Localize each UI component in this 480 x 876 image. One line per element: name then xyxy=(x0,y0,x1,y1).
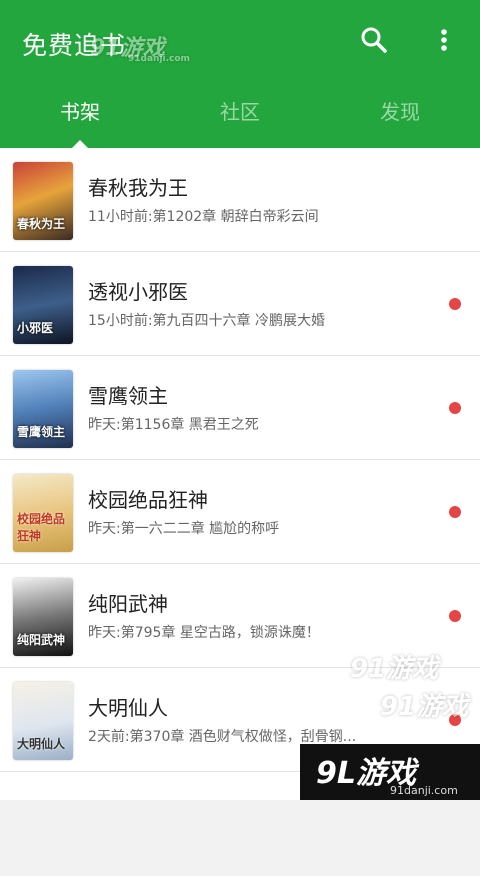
book-cover: 大明仙人 xyxy=(13,682,73,760)
more-vertical-icon[interactable] xyxy=(432,24,456,56)
book-title: 大明仙人 xyxy=(88,696,168,720)
book-cover: 纯阳武神 xyxy=(13,578,73,656)
cover-title: 校园绝品狂神 xyxy=(17,512,66,543)
book-cover: 雪鹰领主 xyxy=(13,370,73,448)
unread-dot xyxy=(449,298,461,310)
book-title: 校园绝品狂神 xyxy=(88,488,208,512)
cover-title: 春秋为王 xyxy=(17,217,66,231)
tab-bar: 书架 社区 发现 xyxy=(0,82,480,148)
unread-dot xyxy=(449,506,461,518)
book-cover: 校园绝品狂神 xyxy=(13,474,73,552)
tab-indicator xyxy=(72,140,88,148)
watermark-url: 91danji.com xyxy=(128,54,190,64)
tab-community[interactable]: 社区 xyxy=(160,82,320,148)
watermark-badge: 9L游戏 91danji.com xyxy=(300,744,480,800)
unread-dot xyxy=(449,610,461,622)
cover-title: 大明仙人 xyxy=(17,737,66,751)
watermark-logo: 91游戏 xyxy=(350,654,439,684)
search-icon[interactable] xyxy=(358,24,390,56)
tab-discover[interactable]: 发现 xyxy=(320,82,480,148)
book-title: 春秋我为王 xyxy=(88,176,188,200)
book-update: 11小时前:第1202章 朝辞白帝彩云间 xyxy=(88,209,319,225)
book-update: 昨天:第795章 星空古路，锁源诛魔！ xyxy=(88,625,320,641)
book-update: 2天前:第370章 酒色财气权做怪，刮骨钢... xyxy=(88,729,357,745)
book-row[interactable]: 雪鹰领主 雪鹰领主 昨天:第1156章 黑君王之死 xyxy=(0,356,480,460)
book-update: 昨天:第一六二二章 尴尬的称呼 xyxy=(88,521,280,537)
book-update: 昨天:第1156章 黑君王之死 xyxy=(88,417,259,433)
book-cover: 小邪医 xyxy=(13,266,73,344)
watermark-logo: 91游戏 xyxy=(380,692,469,722)
tab-bookshelf[interactable]: 书架 xyxy=(0,82,160,148)
book-update: 15小时前:第九百四十六章 冷鹏展大婚 xyxy=(88,313,325,329)
book-title: 透视小邪医 xyxy=(88,280,188,304)
cover-title: 雪鹰领主 xyxy=(17,425,66,439)
book-title: 雪鹰领主 xyxy=(88,384,168,408)
book-title: 纯阳武神 xyxy=(88,592,168,616)
book-row[interactable]: 春秋为王 春秋我为王 11小时前:第1202章 朝辞白帝彩云间 xyxy=(0,148,480,252)
cover-title: 小邪医 xyxy=(17,321,54,335)
book-row[interactable]: 校园绝品狂神 校园绝品狂神 昨天:第一六二二章 尴尬的称呼 xyxy=(0,460,480,564)
unread-dot xyxy=(449,402,461,414)
book-row[interactable]: 小邪医 透视小邪医 15小时前:第九百四十六章 冷鹏展大婚 xyxy=(0,252,480,356)
cover-title: 纯阳武神 xyxy=(17,633,66,647)
app-bar: 免费追书 书架 社区 发现 91游戏 91danji.com xyxy=(0,0,480,148)
watermark-corner-url: 91danji.com xyxy=(390,784,458,797)
book-cover: 春秋为王 xyxy=(13,162,73,240)
